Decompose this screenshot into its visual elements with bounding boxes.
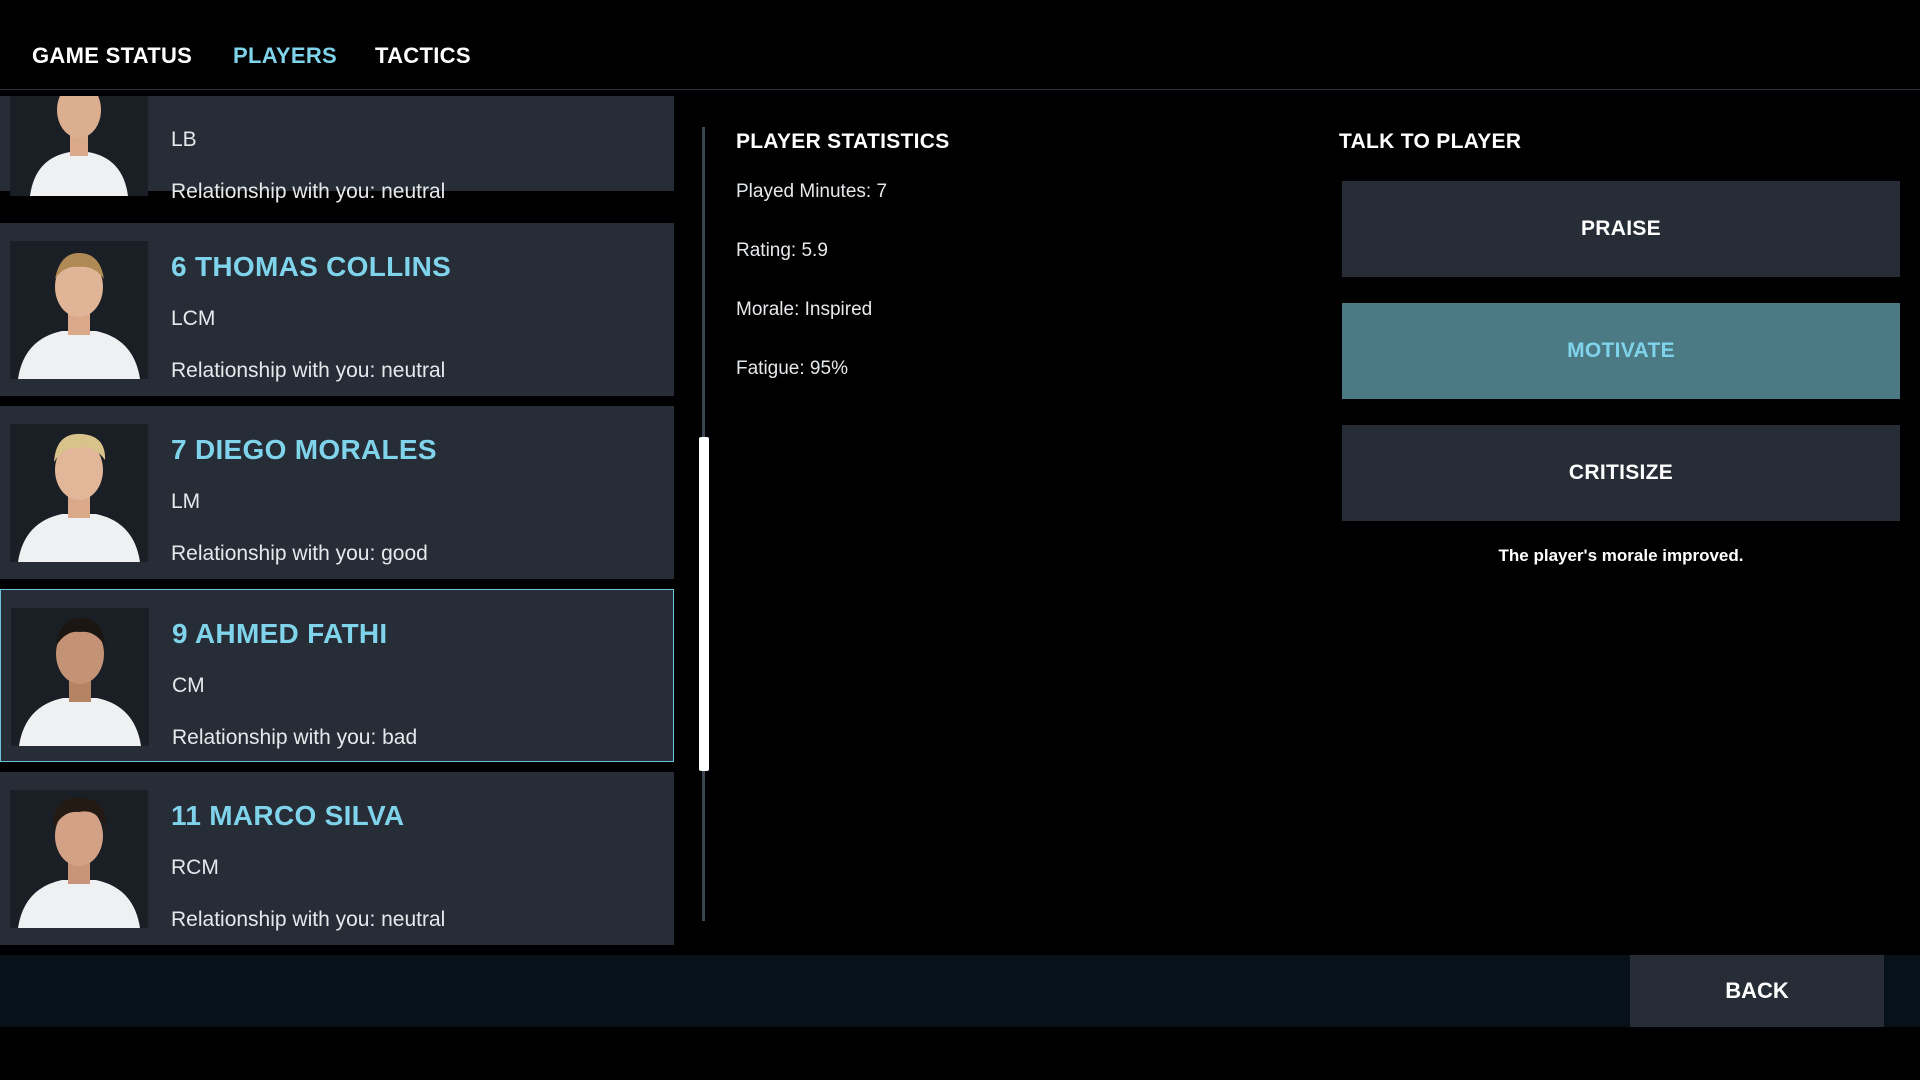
player-list: LB Relationship with you: neutral 6 THOM… bbox=[0, 96, 674, 949]
player-relationship: Relationship with you: neutral bbox=[171, 180, 446, 203]
player-portrait bbox=[10, 790, 148, 928]
praise-button[interactable]: PRAISE bbox=[1342, 181, 1900, 277]
talk-to-player-title: TALK TO PLAYER bbox=[1339, 130, 1522, 153]
talk-result-message: The player's morale improved. bbox=[1498, 546, 1744, 565]
player-card-marco-silva[interactable]: 11 MARCO SILVA RCM Relationship with you… bbox=[0, 772, 674, 945]
player-avatar-icon bbox=[11, 608, 149, 746]
back-button[interactable]: BACK bbox=[1630, 955, 1884, 1027]
stat-rating: Rating: 5.9 bbox=[736, 240, 828, 261]
player-portrait bbox=[11, 608, 149, 746]
tab-tactics[interactable]: TACTICS bbox=[375, 43, 471, 69]
player-name: 6 THOMAS COLLINS bbox=[171, 251, 452, 282]
player-portrait bbox=[10, 424, 148, 562]
player-relationship: Relationship with you: bad bbox=[172, 726, 418, 749]
player-portrait bbox=[10, 241, 148, 379]
scrollbar-thumb[interactable] bbox=[699, 437, 709, 771]
stat-fatigue: Fatigue: 95% bbox=[736, 358, 848, 379]
player-card-lb[interactable]: LB Relationship with you: neutral bbox=[0, 96, 674, 203]
player-position: CM bbox=[172, 674, 205, 697]
stat-morale: Morale: Inspired bbox=[736, 299, 873, 320]
tab-players[interactable]: PLAYERS bbox=[233, 43, 337, 69]
player-portrait bbox=[10, 96, 148, 196]
stat-played-minutes: Played Minutes: 7 bbox=[736, 181, 888, 202]
player-position: LCM bbox=[171, 307, 216, 330]
player-name: 9 AHMED FATHI bbox=[172, 618, 388, 649]
player-name: 11 MARCO SILVA bbox=[171, 800, 405, 831]
player-position: LM bbox=[171, 490, 201, 513]
critisize-button[interactable]: CRITISIZE bbox=[1342, 425, 1900, 521]
player-relationship: Relationship with you: good bbox=[171, 542, 428, 565]
player-relationship: Relationship with you: neutral bbox=[171, 359, 446, 382]
player-card-thomas-collins[interactable]: 6 THOMAS COLLINS LCM Relationship with y… bbox=[0, 223, 674, 396]
player-avatar-icon bbox=[10, 96, 148, 196]
player-relationship: Relationship with you: neutral bbox=[171, 908, 446, 931]
player-card-diego-morales[interactable]: 7 DIEGO MORALES LM Relationship with you… bbox=[0, 406, 674, 579]
player-avatar-icon bbox=[10, 790, 148, 928]
player-position: RCM bbox=[171, 856, 219, 879]
player-card-ahmed-fathi[interactable]: 9 AHMED FATHI CM Relationship with you: … bbox=[0, 589, 674, 762]
motivate-button[interactable]: MOTIVATE bbox=[1342, 303, 1900, 399]
player-name: 7 DIEGO MORALES bbox=[171, 434, 437, 465]
player-statistics-title: PLAYER STATISTICS bbox=[736, 130, 950, 153]
tab-game-status[interactable]: GAME STATUS bbox=[32, 43, 192, 69]
top-navigation: GAME STATUS PLAYERS TACTICS bbox=[0, 0, 1920, 90]
player-avatar-icon bbox=[10, 241, 148, 379]
player-avatar-icon bbox=[10, 424, 148, 562]
player-position: LB bbox=[171, 128, 197, 151]
